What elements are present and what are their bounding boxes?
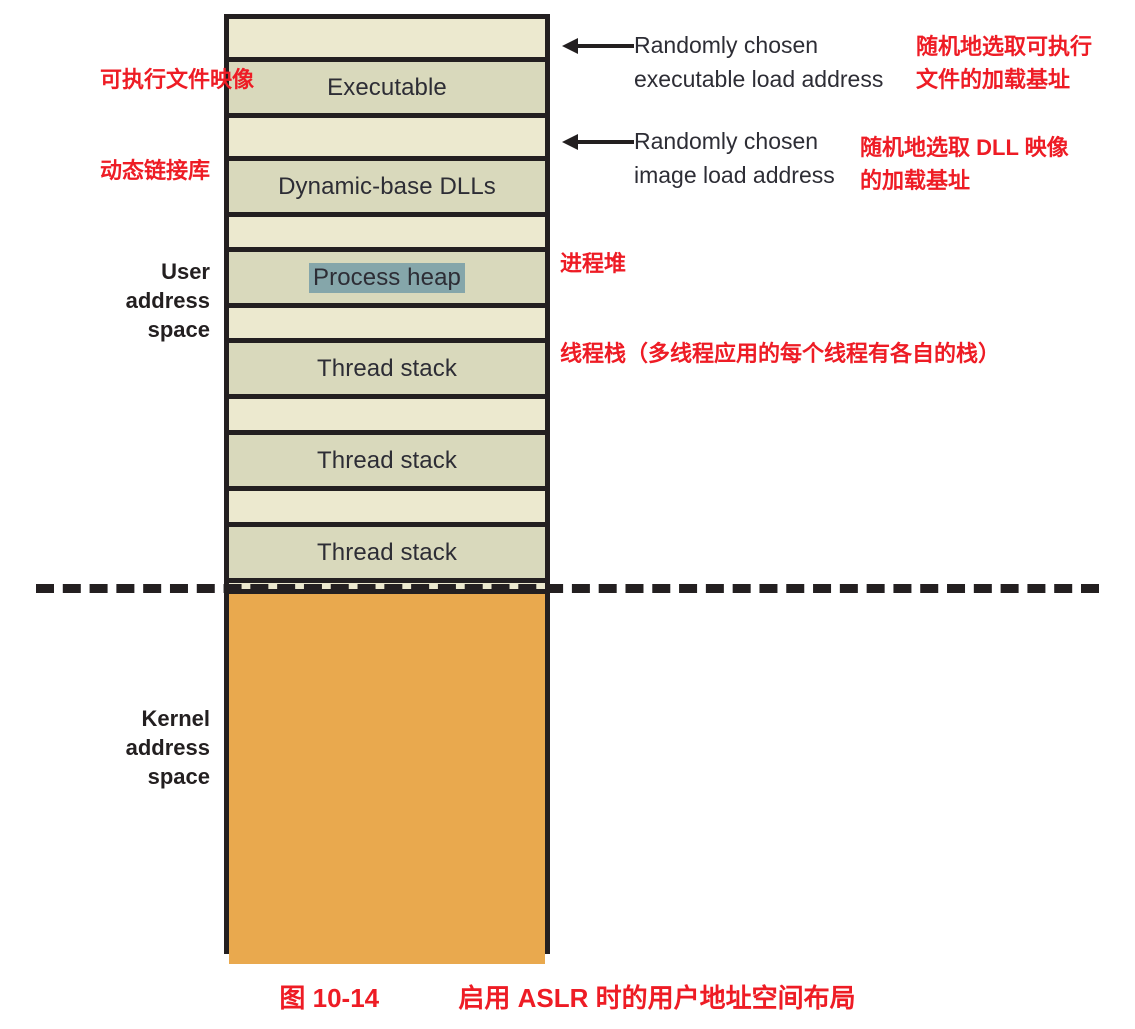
callout-executable-load-address: Randomly chosen executable load address bbox=[562, 28, 883, 96]
memory-band-label: Thread stack bbox=[317, 446, 457, 474]
memory-band-process-heap: Process heap bbox=[229, 247, 545, 308]
left-arrow-icon bbox=[562, 34, 634, 58]
chinese-annotation-dll-load-address: 随机地选取 DLL 映像 的加载基址 bbox=[860, 135, 1069, 193]
chinese-annotation-executable-load-address: 随机地选取可执行 文件的加载基址 bbox=[916, 34, 1093, 92]
callout-executable-line2: executable load address bbox=[634, 66, 884, 92]
memory-band-gap bbox=[229, 118, 545, 156]
memory-band-thread-stack: Thread stack bbox=[229, 338, 545, 399]
kernel-address-space-region bbox=[229, 589, 545, 964]
user-address-space-label: User address space bbox=[125, 259, 210, 342]
figure-title: 启用 ASLR 时的用户地址空间布局 bbox=[458, 983, 856, 1013]
memory-band-label: Process heap bbox=[309, 262, 465, 293]
memory-band-thread-stack: Thread stack bbox=[229, 522, 545, 583]
memory-band-dynamic-base-dlls: Dynamic-base DLLs bbox=[229, 156, 545, 217]
memory-band-label: Thread stack bbox=[317, 538, 457, 566]
chinese-annotation-process-heap: 进程堆 bbox=[560, 251, 627, 276]
chinese-label-dynamic-link-library: 动态链接库 bbox=[100, 158, 211, 183]
callout-image-load-address: Randomly chosen image load address bbox=[562, 124, 835, 192]
callout-executable-line1: Randomly chosen bbox=[634, 32, 819, 58]
memory-band-label: Thread stack bbox=[317, 354, 457, 382]
memory-layout-column: Executable Dynamic-base DLLs Process heap T… bbox=[224, 14, 550, 964]
callout-dll-line2: image load address bbox=[634, 162, 835, 188]
memory-band-executable: Executable bbox=[229, 57, 545, 118]
left-arrow-icon bbox=[562, 130, 634, 154]
chinese-annotation-thread-stack: 线程栈（多线程应用的每个线程有各自的栈） bbox=[560, 341, 1001, 366]
memory-band-label: Dynamic-base DLLs bbox=[278, 172, 496, 200]
figure-caption: 图 10-14 启用 ASLR 时的用户地址空间布局 bbox=[0, 978, 1135, 1015]
user-kernel-divider-line bbox=[36, 584, 1099, 593]
callout-dll-line1: Randomly chosen bbox=[634, 128, 819, 154]
figure-number: 图 10-14 bbox=[279, 983, 380, 1013]
kernel-address-space-label: Kernel address space bbox=[125, 706, 210, 789]
chinese-label-executable-image: 可执行文件映像 bbox=[100, 67, 255, 92]
memory-band-thread-stack: Thread stack bbox=[229, 430, 545, 491]
callout-dll-text: Randomly chosen image load address bbox=[634, 124, 835, 192]
callout-executable-text: Randomly chosen executable load address bbox=[634, 28, 883, 96]
memory-band-gap bbox=[229, 19, 545, 57]
memory-band-label: Executable bbox=[327, 73, 447, 101]
